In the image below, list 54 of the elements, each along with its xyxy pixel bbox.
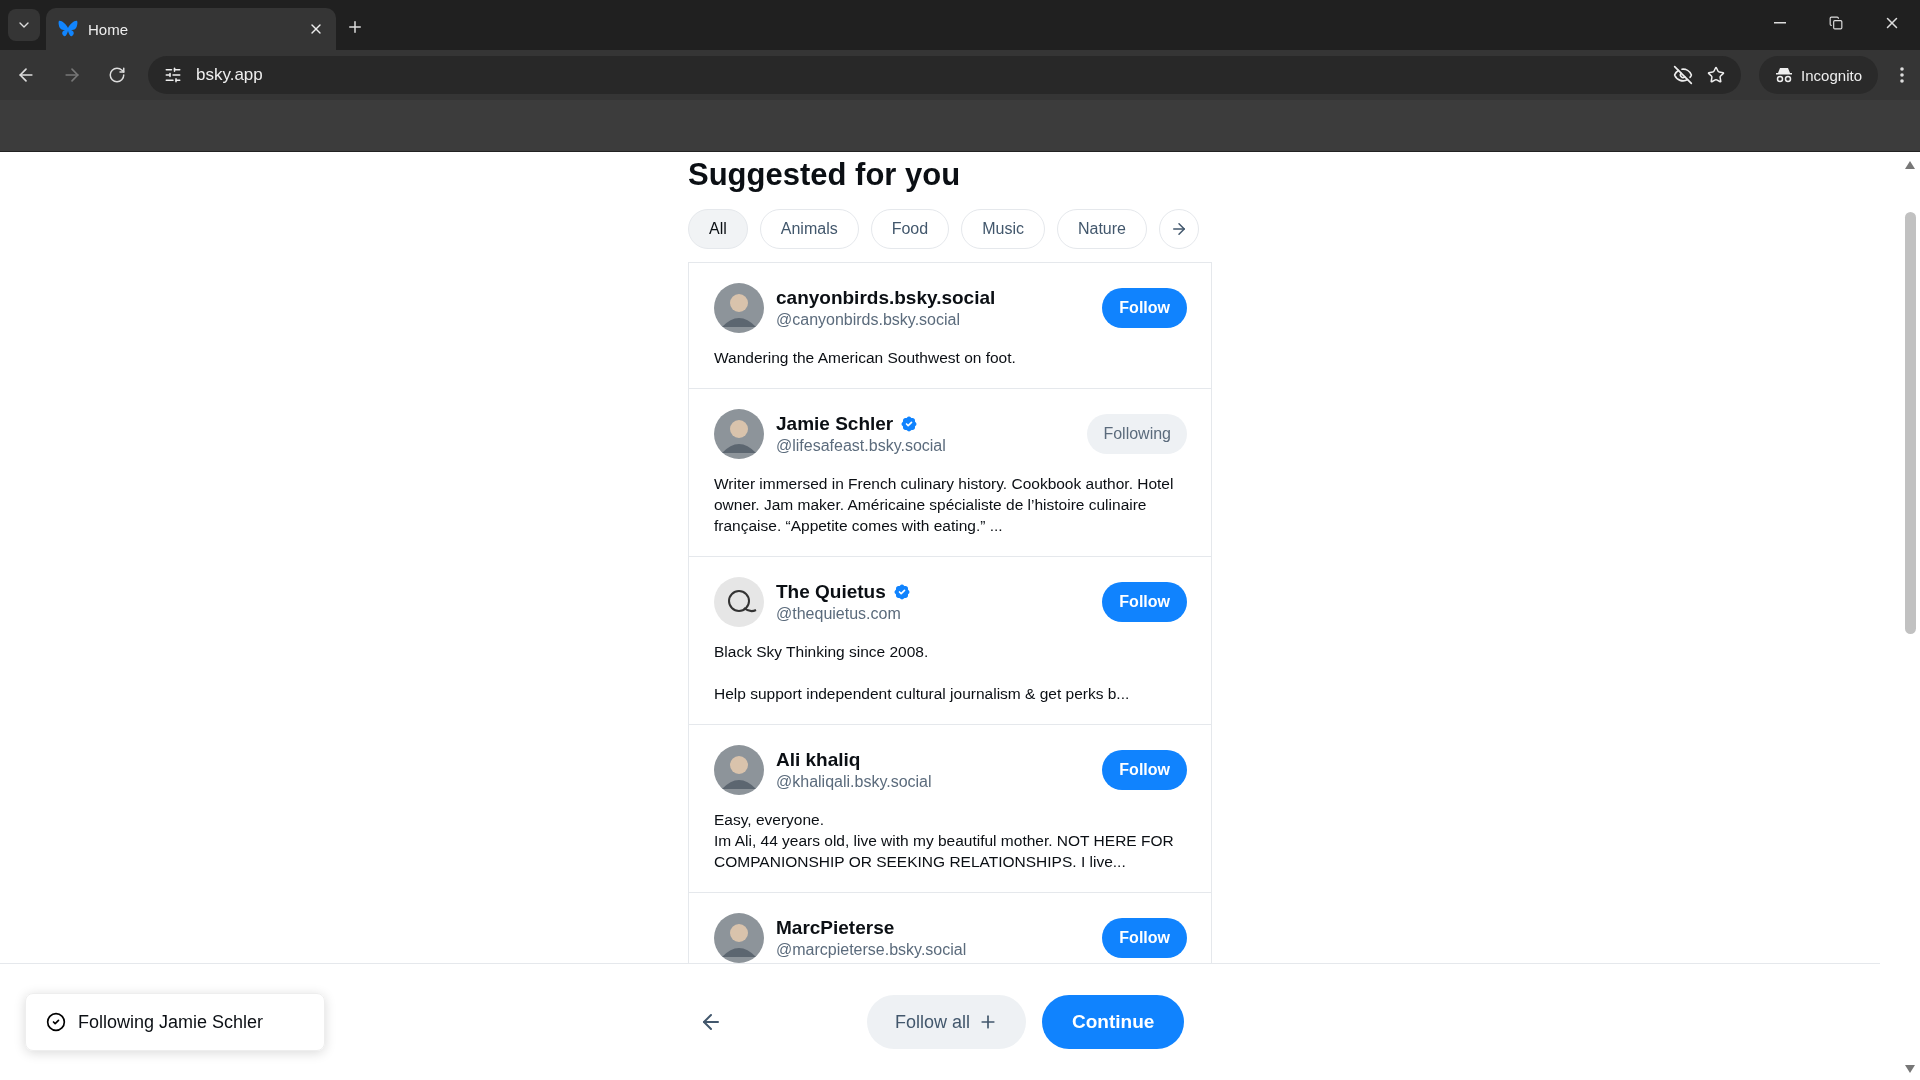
scrollbar-thumb[interactable] [1905, 212, 1916, 634]
account-bio: Writer immersed in French culinary history. Cookbook author. Hotel owner. Jam maker. Américaine spécialiste de l’histoire culinaire française. “Appetite comes with eating.” ... [714, 474, 1175, 536]
account-handle: @marcpieterse.bsky.social [776, 941, 968, 959]
incognito-icon [1775, 67, 1794, 83]
butterfly-icon [58, 20, 78, 38]
category-tab[interactable]: All [688, 209, 748, 249]
url-text: bsky.app [196, 65, 264, 85]
account-bio: Wandering the American Southwest on foot. [714, 348, 1017, 368]
account-bio: Black Sky Thinking since 2008. Help support independent cultural journalism & get perks b... [714, 642, 1131, 704]
follow-button[interactable]: Follow [1102, 750, 1187, 790]
check-circle-icon [46, 1012, 66, 1032]
minimize-icon [1774, 22, 1786, 24]
tab-search-button[interactable] [8, 9, 40, 41]
category-tab[interactable]: Nature [1056, 209, 1147, 249]
site-settings-icon[interactable] [164, 66, 182, 84]
account-handle: @thequietus.com [776, 605, 902, 623]
scroll-up-icon[interactable] [1904, 160, 1916, 170]
address-bar[interactable]: bsky.app [148, 56, 1742, 94]
category-tab[interactable]: Food [870, 209, 950, 249]
account-handle: @lifesafeast.bsky.social [776, 437, 947, 455]
account-bio: Easy, everyone. Im Ali, 44 years old, live with my beautiful mother. NOT HERE FOR COMPANIONSHIP OR SEEKING RELATIONSHIPS. I live... [714, 810, 1175, 872]
following-button[interactable]: Following [1087, 414, 1187, 454]
scroll-down-icon[interactable] [1904, 1064, 1916, 1074]
tab-title: Home [88, 20, 129, 38]
avatar [714, 745, 764, 795]
account-name: MarcPieterse [776, 917, 895, 939]
next-categories-button[interactable] [1158, 209, 1199, 249]
account-handle: @canyonbirds.bsky.social [776, 311, 962, 329]
category-tab[interactable]: Animals [759, 209, 859, 249]
account-name: Ali khaliq [776, 749, 861, 771]
account-handle: @khaliqali.bsky.social [776, 773, 933, 791]
reload-icon [108, 66, 126, 84]
avatar [714, 409, 764, 459]
avatar [714, 577, 764, 627]
menu-icon [1900, 67, 1904, 83]
account-name: canyonbirds.bsky.social [776, 287, 996, 309]
incognito-button[interactable]: Incognito [1759, 56, 1878, 94]
toast-message: Following Jamie Schler [78, 1011, 264, 1033]
bookmark-star-icon[interactable] [1707, 66, 1726, 84]
follow-button[interactable]: Follow [1102, 918, 1187, 958]
avatar [714, 283, 764, 333]
plus-icon [346, 18, 364, 36]
category-tab[interactable]: Music [961, 209, 1045, 249]
browser-tab[interactable]: Home [46, 8, 336, 50]
eye-off-icon[interactable] [1673, 65, 1694, 85]
page-heading: Suggested for you [688, 157, 962, 193]
continue-button[interactable]: Continue [1042, 995, 1185, 1049]
account-name: The Quietus [776, 581, 886, 603]
restore-icon [1829, 16, 1843, 30]
follow-button[interactable]: Follow [1102, 582, 1187, 622]
account-name: Jamie Schler [776, 413, 894, 435]
avatar [714, 913, 764, 963]
follow-button[interactable]: Follow [1102, 288, 1187, 328]
follow-all-button[interactable]: Follow all [867, 995, 1027, 1049]
